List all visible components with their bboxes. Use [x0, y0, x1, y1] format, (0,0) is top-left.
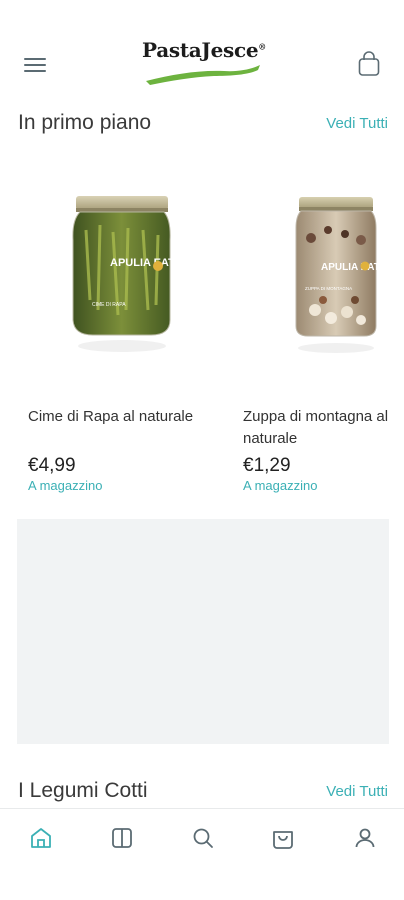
product-price: €1,29 — [243, 455, 291, 476]
shopping-bag-icon[interactable] — [356, 50, 382, 78]
logo-swoosh-icon — [146, 65, 260, 85]
account-icon[interactable] — [352, 825, 378, 851]
product-image: APULIA EAT ZUPPA DI MONTAGNA — [233, 160, 404, 385]
search-icon[interactable] — [190, 825, 216, 851]
promo-banner[interactable] — [17, 519, 389, 744]
brand-logo[interactable]: PastaJesce® — [142, 38, 266, 88]
featured-see-all-link[interactable]: Vedi Tutti — [326, 115, 388, 132]
product-name[interactable]: Zuppa di montagna al naturale — [243, 406, 404, 450]
product-name[interactable]: Cime di Rapa al naturale — [28, 406, 218, 428]
app-header: PastaJesce® — [0, 0, 404, 100]
legumes-section-header: I Legumi Cotti Vedi Tutti — [18, 779, 388, 809]
jar-brand-text: APULIA EAT — [110, 257, 175, 269]
home-icon[interactable] — [28, 825, 54, 851]
bottom-navigation — [0, 808, 404, 868]
product-price: €4,99 — [28, 455, 76, 476]
stock-status: A magazzino — [243, 478, 318, 493]
featured-section-title: In primo piano — [18, 111, 152, 134]
product-image: APULIA EAT CIME DI RAPA — [18, 160, 223, 385]
featured-products-carousel[interactable]: APULIA EAT CIME DI RAPA Cime di Rapa al … — [0, 160, 404, 505]
jar-label-text: CIME DI RAPA — [92, 302, 126, 308]
stock-status: A magazzino — [28, 478, 103, 493]
hamburger-menu-icon[interactable] — [22, 55, 48, 75]
jar-brand-text: APULIA EAT — [321, 262, 380, 273]
product-card[interactable]: APULIA EAT CIME DI RAPA Cime di Rapa al … — [18, 160, 223, 505]
jar-label-text: ZUPPA DI MONTAGNA — [305, 286, 352, 291]
legumes-see-all-link[interactable]: Vedi Tutti — [326, 783, 388, 800]
logo-text: PastaJesce® — [142, 38, 266, 62]
catalog-book-icon[interactable] — [109, 825, 135, 851]
featured-section-header: In primo piano Vedi Tutti — [18, 111, 388, 141]
basket-icon[interactable] — [270, 825, 296, 851]
legumes-section-title: I Legumi Cotti — [18, 779, 148, 802]
product-card[interactable]: APULIA EAT ZUPPA DI MONTAGNA Zuppa di mo… — [233, 160, 404, 505]
